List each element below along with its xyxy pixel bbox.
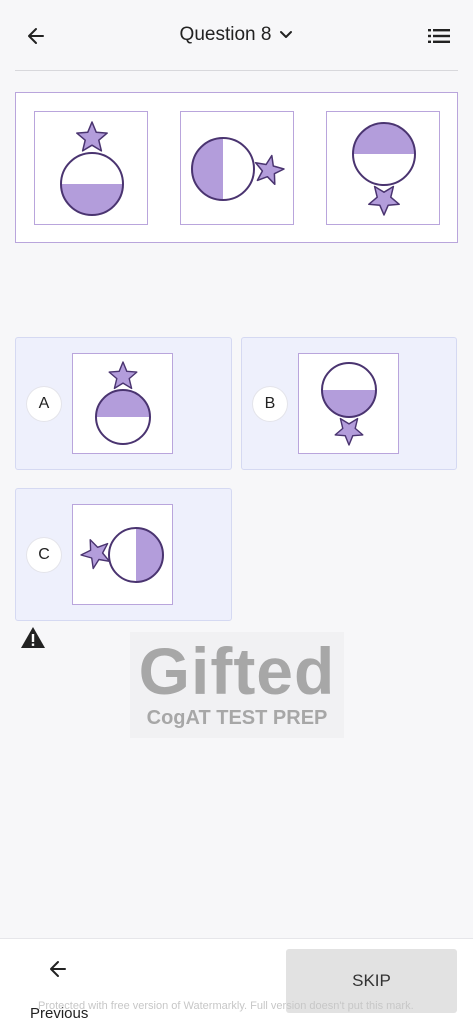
- option-b-figure: [298, 353, 399, 454]
- circle-right-star-figure: [191, 137, 285, 201]
- circle-right-filled-star-left-figure: [80, 527, 164, 583]
- option-c-figure: [72, 504, 173, 605]
- option-b[interactable]: B: [241, 337, 457, 470]
- option-a-letter: A: [27, 387, 61, 421]
- question-list-button[interactable]: [425, 22, 453, 50]
- chevron-down-icon: [280, 31, 293, 38]
- option-b-letter: B: [253, 387, 287, 421]
- option-c[interactable]: C: [15, 488, 232, 621]
- circle-top-star-figure: [60, 121, 124, 216]
- circle-bottom-filled-star-bottom-figure: [321, 362, 377, 446]
- question-figure-3: [326, 111, 440, 225]
- question-figure-row: [15, 92, 458, 243]
- question-figure-2: [180, 111, 294, 225]
- logo-sub-text: CogAT TEST PREP: [146, 707, 328, 729]
- option-a[interactable]: A: [15, 337, 232, 470]
- header-divider: [15, 70, 458, 71]
- watermark-text: Protected with free version of Watermark…: [38, 1000, 414, 1012]
- back-button[interactable]: [22, 22, 50, 50]
- arrow-left-icon: [50, 961, 66, 977]
- option-a-figure: [72, 353, 173, 454]
- arrow-left-icon: [28, 28, 44, 44]
- list-icon: [428, 29, 450, 43]
- logo-main-text: Gifted: [138, 634, 336, 708]
- question-selector[interactable]: Question 8: [150, 20, 323, 50]
- option-c-letter: C: [27, 538, 61, 572]
- top-bar: Question 8: [0, 0, 473, 70]
- brand-logo: Gifted CogAT TEST PREP: [130, 632, 344, 738]
- circle-bottom-star-figure: [352, 122, 416, 216]
- circle-top-filled-star-top-figure: [95, 361, 151, 445]
- page-title: Question 8: [179, 24, 272, 45]
- question-figure-1: [34, 111, 148, 225]
- warning-icon: [21, 627, 45, 648]
- report-issue-button[interactable]: [20, 626, 46, 650]
